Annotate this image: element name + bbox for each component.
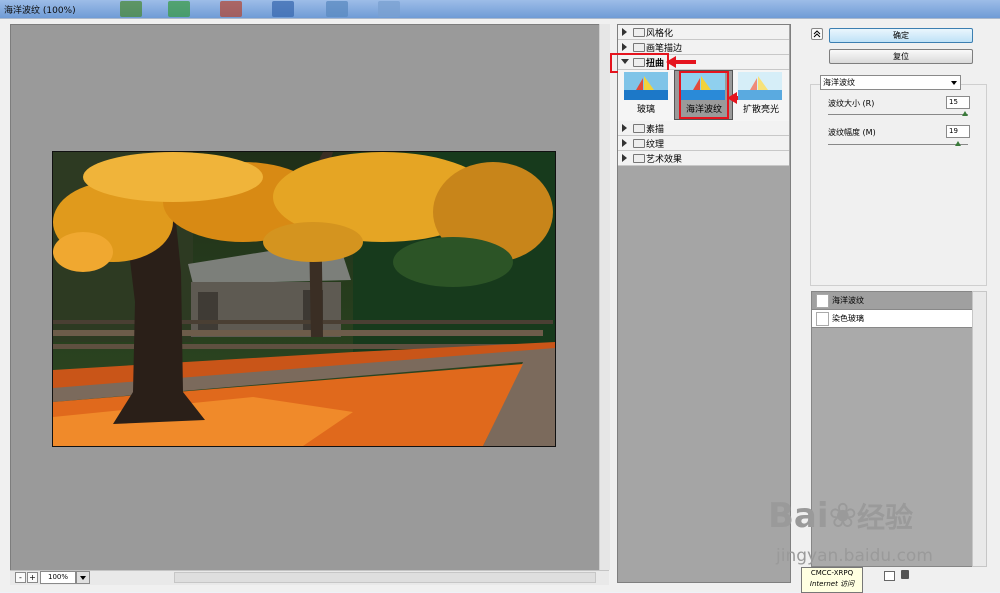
watermark-logo: Bai❀经验 — [768, 496, 913, 536]
expand-arrow-icon — [622, 139, 627, 147]
category-label: 纹理 — [646, 140, 665, 150]
zoom-out-button[interactable]: - — [15, 572, 26, 583]
folder-icon — [633, 154, 645, 163]
category-label: 艺术效果 — [646, 155, 683, 165]
taskbar-app-icon[interactable] — [120, 1, 142, 17]
chevron-down-icon — [80, 576, 86, 580]
ripple-size-slider[interactable] — [828, 114, 968, 115]
collapse-gallery-button[interactable] — [811, 28, 823, 40]
thumbnail-label: 海洋波纹 — [686, 105, 723, 115]
thumbnail-label: 玻璃 — [637, 105, 656, 115]
folder-icon — [633, 28, 645, 37]
sailboat-thumbnail — [624, 72, 668, 100]
zoom-level-field[interactable]: 100% — [40, 571, 76, 584]
taskbar-app-icon[interactable] — [220, 1, 242, 17]
window-title: 海洋波纹 (100%) — [4, 6, 76, 16]
category-sketch[interactable]: 素描 — [618, 121, 789, 136]
network-tooltip: CMCC-XRPQ Internet 访问 — [801, 567, 863, 593]
effect-layer-label: 海洋波纹 — [832, 296, 864, 305]
tooltip-line: Internet 访问 — [809, 580, 855, 588]
watermark-brand2: 经验 — [857, 501, 914, 534]
taskbar-app-icon[interactable] — [326, 1, 348, 17]
chevron-down-icon — [951, 81, 957, 85]
ripple-magnitude-slider[interactable] — [828, 144, 968, 145]
ripple-magnitude-label: 波纹幅度 (M) — [828, 128, 876, 137]
expand-arrow-icon — [622, 124, 627, 132]
filter-select[interactable]: 海洋波纹 — [820, 75, 961, 90]
ripple-size-label: 波纹大小 (R) — [828, 99, 875, 108]
ripple-size-field[interactable]: 15 — [946, 96, 970, 109]
taskbar-app-icon[interactable] — [168, 1, 190, 17]
category-label: 风格化 — [646, 29, 674, 39]
taskbar-app-icon[interactable] — [272, 1, 294, 17]
category-stylize[interactable]: 风格化 — [618, 25, 789, 40]
zoom-dropdown[interactable] — [76, 571, 90, 584]
layers-scrollbar[interactable] — [972, 291, 987, 567]
taskbar-app-icon[interactable] — [378, 1, 400, 17]
effect-layer-label: 染色玻璃 — [832, 314, 864, 323]
category-artistic[interactable]: 艺术效果 — [618, 151, 789, 166]
ripple-magnitude-field[interactable]: 19 — [946, 125, 970, 138]
preview-vertical-scrollbar[interactable] — [599, 24, 610, 570]
double-chevron-up-icon — [813, 30, 821, 38]
expand-arrow-icon — [622, 43, 627, 51]
thumbnail-label: 扩散亮光 — [743, 105, 780, 115]
category-texture[interactable]: 纹理 — [618, 136, 789, 151]
preview-image — [52, 151, 556, 447]
trash-icon[interactable] — [901, 570, 909, 579]
folder-icon — [633, 124, 645, 133]
thumbnail-diffuse-glow[interactable] — [738, 72, 782, 100]
reset-button[interactable]: 复位 — [829, 49, 973, 64]
folder-icon — [633, 43, 645, 52]
effect-layer-row[interactable]: 海洋波纹 — [812, 292, 972, 310]
autumn-cabin-photo — [53, 152, 555, 446]
thumbnail-glass[interactable] — [624, 72, 668, 100]
watermark-brand: Bai — [768, 496, 829, 536]
window-title-bar: 海洋波纹 (100%) — [0, 0, 1000, 18]
sailboat-thumbnail — [738, 72, 782, 100]
tooltip-line: CMCC-XRPQ — [810, 569, 854, 577]
folder-icon — [633, 139, 645, 148]
filter-select-value: 海洋波纹 — [823, 78, 855, 87]
slider-knob[interactable] — [962, 111, 968, 116]
effect-layer-row[interactable]: 染色玻璃 — [812, 310, 972, 328]
preview-horizontal-scrollbar[interactable] — [174, 572, 596, 583]
slider-knob[interactable] — [955, 141, 961, 146]
expand-arrow-icon — [622, 154, 627, 162]
new-layer-icon[interactable] — [884, 571, 895, 581]
watermark-url: jingyan.baidu.com — [776, 546, 933, 566]
visibility-toggle[interactable] — [816, 312, 829, 326]
zoom-in-button[interactable]: + — [27, 572, 38, 583]
visibility-toggle[interactable] — [816, 294, 829, 308]
red-arrow-icon — [666, 56, 696, 68]
expand-arrow-icon — [622, 28, 627, 36]
paw-icon: ❀ — [828, 496, 858, 536]
category-label: 素描 — [646, 125, 665, 135]
ok-button[interactable]: 确定 — [829, 28, 973, 43]
